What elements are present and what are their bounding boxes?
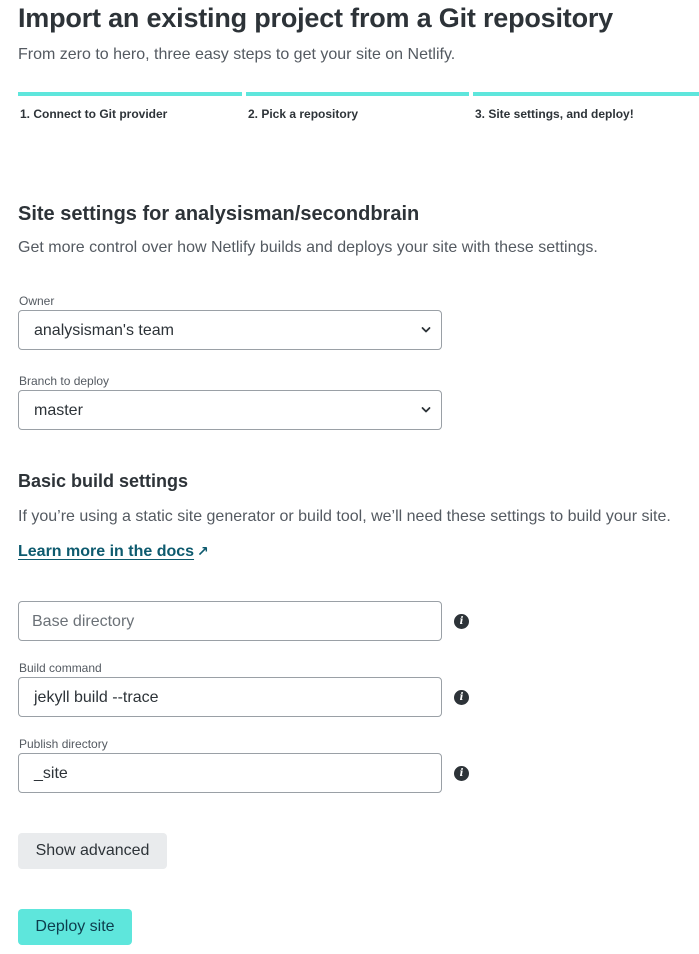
branch-select[interactable]: master <box>18 390 442 430</box>
step-connect: 1. Connect to Git provider <box>18 92 242 122</box>
owner-label: Owner <box>19 294 55 308</box>
base-directory-input[interactable]: Base directory <box>18 601 442 641</box>
base-directory-placeholder: Base directory <box>32 613 135 630</box>
chevron-down-icon <box>421 327 431 333</box>
stepper: 1. Connect to Git provider 2. Pick a rep… <box>18 92 699 122</box>
publish-directory-input[interactable]: _site <box>18 753 442 793</box>
build-command-label: Build command <box>19 661 102 675</box>
build-settings-description: If you’re using a static site generator … <box>18 500 698 569</box>
page-title: Import an existing project from a Git re… <box>18 3 613 33</box>
publish-directory-value: _site <box>34 765 68 782</box>
info-icon[interactable]: i <box>454 690 469 705</box>
chevron-down-icon <box>421 407 431 413</box>
step-pick-repo: 2. Pick a repository <box>246 92 469 122</box>
build-settings-text: If you’re using a static site generator … <box>18 508 671 525</box>
deploy-site-label: Deploy site <box>35 918 115 935</box>
info-icon[interactable]: i <box>454 614 469 629</box>
step-label: 1. Connect to Git provider <box>20 107 168 121</box>
step-label: 2. Pick a repository <box>248 107 359 121</box>
page-subtitle: From zero to hero, three easy steps to g… <box>18 46 456 63</box>
site-settings-description: Get more control over how Netlify builds… <box>18 239 598 256</box>
docs-link[interactable]: Learn more in the docs <box>18 543 194 560</box>
external-link-icon: ↗ <box>197 543 209 559</box>
branch-label: Branch to deploy <box>19 374 110 388</box>
show-advanced-label: Show advanced <box>35 842 150 859</box>
show-advanced-button[interactable]: Show advanced <box>18 833 167 869</box>
build-command-input[interactable]: jekyll build --trace <box>18 677 442 717</box>
build-command-value: jekyll build --trace <box>34 689 159 706</box>
owner-select[interactable]: analysisman's team <box>18 310 442 350</box>
build-settings-heading: Basic build settings <box>18 471 189 491</box>
site-settings-heading: Site settings for analysisman/secondbrai… <box>18 203 420 225</box>
info-icon[interactable]: i <box>454 766 469 781</box>
step-settings-deploy: 3. Site settings, and deploy! <box>473 92 699 122</box>
step-label: 3. Site settings, and deploy! <box>475 107 634 121</box>
branch-select-value: master <box>34 402 83 419</box>
deploy-site-button[interactable]: Deploy site <box>18 909 132 945</box>
owner-select-value: analysisman's team <box>34 322 174 339</box>
publish-directory-label: Publish directory <box>19 737 108 751</box>
